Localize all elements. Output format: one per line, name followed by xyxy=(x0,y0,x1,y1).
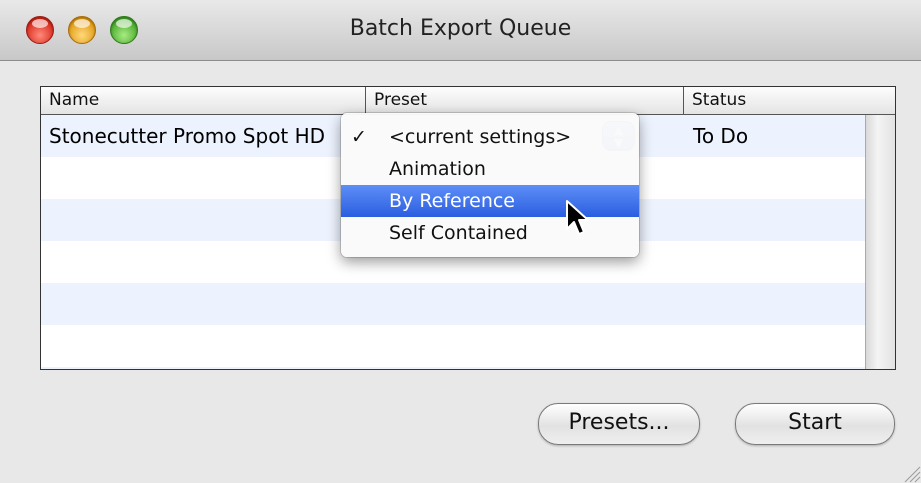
batch-export-window: Batch Export Queue Name Preset Status St… xyxy=(0,0,921,483)
menu-item-animation[interactable]: Animation xyxy=(341,153,639,185)
column-header-preset[interactable]: Preset xyxy=(366,87,684,114)
mouse-pointer-icon xyxy=(566,200,589,235)
table-row xyxy=(41,325,866,367)
menu-item-label: <current settings> xyxy=(389,126,572,148)
column-header-status[interactable]: Status xyxy=(684,87,895,114)
menu-item-by-reference[interactable]: By Reference xyxy=(341,185,639,217)
menu-item-current-settings[interactable]: ✓ <current settings> xyxy=(341,121,639,153)
row-status-cell: To Do xyxy=(693,124,749,148)
table-row xyxy=(41,367,866,369)
preset-dropdown-menu: ✓ <current settings> Animation By Refere… xyxy=(341,113,639,257)
menu-item-self-contained[interactable]: Self Contained xyxy=(341,217,639,249)
start-button[interactable]: Start xyxy=(735,403,895,445)
menu-item-label: By Reference xyxy=(389,190,515,212)
checkmark-icon: ✓ xyxy=(351,126,367,148)
table-header: Name Preset Status xyxy=(41,87,895,115)
column-header-name[interactable]: Name xyxy=(41,87,366,114)
resize-grip-icon[interactable] xyxy=(899,461,921,483)
window-title: Batch Export Queue xyxy=(349,16,572,41)
row-name-cell: Stonecutter Promo Spot HD xyxy=(49,124,326,148)
menu-item-label: Animation xyxy=(389,158,486,180)
table-row xyxy=(41,283,866,325)
vertical-scrollbar[interactable] xyxy=(865,115,895,369)
menu-item-label: Self Contained xyxy=(389,222,528,244)
title-bar: Batch Export Queue xyxy=(0,0,921,61)
presets-button[interactable]: Presets... xyxy=(538,403,700,445)
